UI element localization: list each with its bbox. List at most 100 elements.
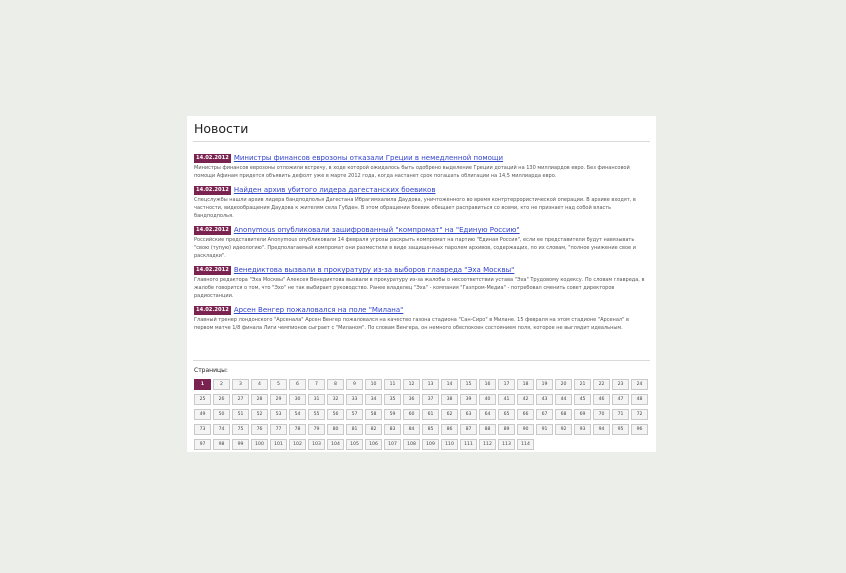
page-link[interactable]: 110	[441, 439, 458, 450]
page-link[interactable]: 6	[289, 379, 306, 390]
page-link[interactable]: 60	[403, 409, 420, 420]
page-link[interactable]: 33	[346, 394, 363, 405]
page-link[interactable]: 66	[517, 409, 534, 420]
page-link[interactable]: 10	[365, 379, 382, 390]
page-link[interactable]: 36	[403, 394, 420, 405]
page-link[interactable]: 2	[213, 379, 230, 390]
page-link[interactable]: 90	[517, 424, 534, 435]
page-link[interactable]: 83	[384, 424, 401, 435]
news-title-link[interactable]: Найден архив убитого лидера дагестанских…	[234, 186, 436, 194]
page-link[interactable]: 74	[213, 424, 230, 435]
page-link[interactable]: 12	[403, 379, 420, 390]
page-link[interactable]: 23	[612, 379, 629, 390]
page-link[interactable]: 84	[403, 424, 420, 435]
page-link[interactable]: 57	[346, 409, 363, 420]
page-link[interactable]: 82	[365, 424, 382, 435]
page-link[interactable]: 111	[460, 439, 477, 450]
page-link[interactable]: 100	[251, 439, 268, 450]
page-link[interactable]: 92	[555, 424, 572, 435]
page-link[interactable]: 109	[422, 439, 439, 450]
page-link[interactable]: 76	[251, 424, 268, 435]
page-link[interactable]: 44	[555, 394, 572, 405]
page-link[interactable]: 15	[460, 379, 477, 390]
page-link[interactable]: 113	[498, 439, 515, 450]
page-link[interactable]: 69	[574, 409, 591, 420]
news-title-link[interactable]: Арсен Венгер пожаловался на поле "Милана…	[234, 306, 404, 314]
page-link[interactable]: 64	[479, 409, 496, 420]
page-link[interactable]: 27	[232, 394, 249, 405]
page-link[interactable]: 56	[327, 409, 344, 420]
page-link[interactable]: 35	[384, 394, 401, 405]
page-link[interactable]: 106	[365, 439, 382, 450]
page-link[interactable]: 26	[213, 394, 230, 405]
page-link[interactable]: 13	[422, 379, 439, 390]
page-link[interactable]: 108	[403, 439, 420, 450]
page-link[interactable]: 32	[327, 394, 344, 405]
page-link[interactable]: 34	[365, 394, 382, 405]
page-link[interactable]: 71	[612, 409, 629, 420]
page-link[interactable]: 86	[441, 424, 458, 435]
page-link[interactable]: 81	[346, 424, 363, 435]
page-link[interactable]: 93	[574, 424, 591, 435]
page-link[interactable]: 8	[327, 379, 344, 390]
page-link[interactable]: 31	[308, 394, 325, 405]
page-link[interactable]: 38	[441, 394, 458, 405]
page-link[interactable]: 97	[194, 439, 211, 450]
page-link[interactable]: 7	[308, 379, 325, 390]
page-link[interactable]: 94	[593, 424, 610, 435]
page-link[interactable]: 21	[574, 379, 591, 390]
page-link[interactable]: 75	[232, 424, 249, 435]
page-link[interactable]: 77	[270, 424, 287, 435]
page-link[interactable]: 53	[270, 409, 287, 420]
page-link[interactable]: 42	[517, 394, 534, 405]
page-link[interactable]: 73	[194, 424, 211, 435]
page-link[interactable]: 52	[251, 409, 268, 420]
page-link[interactable]: 54	[289, 409, 306, 420]
page-link[interactable]: 72	[631, 409, 648, 420]
news-title-link[interactable]: Anonymous опубликовали зашифрованный "ко…	[234, 226, 520, 234]
page-link[interactable]: 105	[346, 439, 363, 450]
page-link[interactable]: 19	[536, 379, 553, 390]
page-link[interactable]: 70	[593, 409, 610, 420]
page-link[interactable]: 103	[308, 439, 325, 450]
page-link[interactable]: 30	[289, 394, 306, 405]
page-link[interactable]: 96	[631, 424, 648, 435]
page-link[interactable]: 39	[460, 394, 477, 405]
page-link[interactable]: 88	[479, 424, 496, 435]
page-link[interactable]: 43	[536, 394, 553, 405]
page-link[interactable]: 63	[460, 409, 477, 420]
page-link[interactable]: 67	[536, 409, 553, 420]
page-link[interactable]: 95	[612, 424, 629, 435]
page-link[interactable]: 79	[308, 424, 325, 435]
page-link[interactable]: 58	[365, 409, 382, 420]
page-link[interactable]: 65	[498, 409, 515, 420]
page-link[interactable]: 91	[536, 424, 553, 435]
page-link[interactable]: 59	[384, 409, 401, 420]
page-link[interactable]: 61	[422, 409, 439, 420]
page-link[interactable]: 114	[517, 439, 534, 450]
page-link[interactable]: 5	[270, 379, 287, 390]
news-title-link[interactable]: Венедиктова вызвали в прокуратуру из-за …	[234, 266, 515, 274]
page-link[interactable]: 4	[251, 379, 268, 390]
page-link[interactable]: 46	[593, 394, 610, 405]
page-link[interactable]: 48	[631, 394, 648, 405]
page-link[interactable]: 89	[498, 424, 515, 435]
page-link[interactable]: 14	[441, 379, 458, 390]
page-link[interactable]: 55	[308, 409, 325, 420]
page-current[interactable]: 1	[194, 379, 211, 390]
page-link[interactable]: 18	[517, 379, 534, 390]
page-link[interactable]: 25	[194, 394, 211, 405]
page-link[interactable]: 68	[555, 409, 572, 420]
page-link[interactable]: 51	[232, 409, 249, 420]
page-link[interactable]: 45	[574, 394, 591, 405]
page-link[interactable]: 102	[289, 439, 306, 450]
page-link[interactable]: 3	[232, 379, 249, 390]
page-link[interactable]: 29	[270, 394, 287, 405]
page-link[interactable]: 9	[346, 379, 363, 390]
page-link[interactable]: 16	[479, 379, 496, 390]
page-link[interactable]: 40	[479, 394, 496, 405]
page-link[interactable]: 28	[251, 394, 268, 405]
news-title-link[interactable]: Министры финансов еврозоны отказали Грец…	[234, 154, 503, 162]
page-link[interactable]: 85	[422, 424, 439, 435]
page-link[interactable]: 62	[441, 409, 458, 420]
